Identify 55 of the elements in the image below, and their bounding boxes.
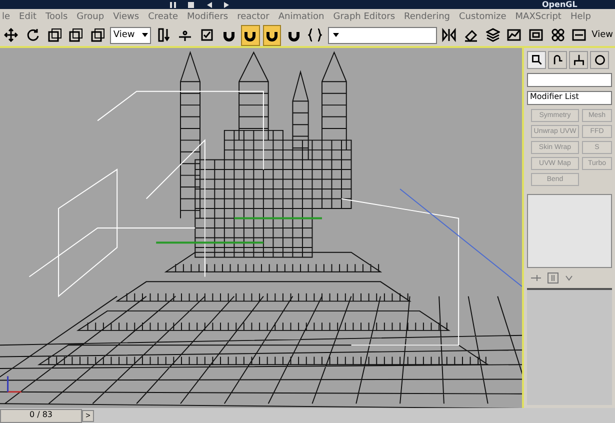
chevron-icon[interactable] <box>565 274 573 282</box>
menu-item[interactable]: Group <box>76 12 104 22</box>
menu-item[interactable]: Graph Editors <box>333 12 396 22</box>
align-icon <box>464 28 478 42</box>
tab-icon <box>594 54 606 66</box>
curve-editor-icon <box>507 28 522 42</box>
menu-item[interactable]: Tools <box>45 12 68 22</box>
viewport-label: View <box>592 30 613 40</box>
menu-item[interactable]: Animation <box>278 12 324 22</box>
menu-item[interactable]: le <box>2 12 10 22</box>
panel-tab[interactable] <box>527 51 546 70</box>
schematic-icon <box>528 28 543 42</box>
move-icon <box>4 28 18 42</box>
scale-icon <box>91 28 106 42</box>
menu-item[interactable]: reactor <box>237 12 270 22</box>
menu-item[interactable]: MAXScript <box>515 12 562 22</box>
layers-icon <box>486 28 500 42</box>
scale-icon <box>69 28 84 42</box>
panel-tab[interactable] <box>590 51 609 70</box>
tab-icon <box>530 54 542 66</box>
toolbar-button[interactable] <box>240 24 260 46</box>
checkbox-icon <box>200 28 214 42</box>
pivot-icon <box>156 28 171 42</box>
axis-gizmo-icon <box>7 376 22 393</box>
tab-icon <box>552 54 564 66</box>
rotate-icon <box>26 28 40 42</box>
object-name-field[interactable] <box>527 73 612 88</box>
menu-item[interactable]: Modifiers <box>187 12 228 22</box>
renderer-label: OpenGL <box>542 0 578 9</box>
menu-item[interactable]: Customize <box>459 12 506 22</box>
show-end-result-icon[interactable] <box>547 272 559 284</box>
render-icon <box>572 28 586 42</box>
material-icon <box>550 28 565 42</box>
next-frame-button[interactable]: > <box>82 410 94 422</box>
stop-icon[interactable] <box>188 2 194 8</box>
menu-item[interactable]: Edit <box>19 12 36 22</box>
tab-icon <box>572 54 584 66</box>
modifier-list-dropdown[interactable]: Modifier List <box>527 91 612 106</box>
axis-icon <box>178 28 192 42</box>
menu-item[interactable]: Views <box>113 12 140 22</box>
scale-icon <box>48 28 62 42</box>
toolbar-dropdown[interactable] <box>328 26 437 44</box>
menu-item[interactable]: Create <box>148 12 178 22</box>
modifier-stack-list[interactable] <box>527 194 612 268</box>
pin-icon[interactable] <box>531 274 541 282</box>
pause-icon[interactable] <box>170 2 176 8</box>
time-slider-thumb[interactable]: 0 / 83 <box>0 408 82 423</box>
menu-item[interactable]: Help <box>570 12 591 22</box>
menu-item[interactable]: Rendering <box>404 12 450 22</box>
toolbar-dropdown[interactable]: View <box>110 26 152 44</box>
toolbar-button[interactable] <box>262 24 282 46</box>
braces-icon <box>308 28 322 42</box>
panel-tab[interactable] <box>548 51 567 70</box>
panel-tab[interactable] <box>569 51 588 70</box>
mirror-icon <box>442 28 456 42</box>
